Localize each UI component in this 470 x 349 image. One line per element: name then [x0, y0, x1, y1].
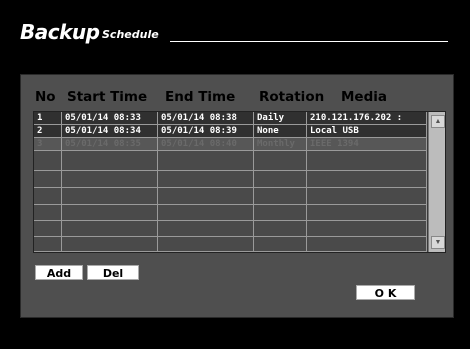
empty-cell	[158, 237, 254, 252]
empty-cell	[307, 188, 427, 205]
empty-cell	[307, 221, 427, 237]
table-row[interactable]: 1 05/01/14 08:33 05/01/14 08:38 Daily 21…	[34, 112, 427, 125]
table-header: No Start Time End Time Rotation Media	[21, 89, 453, 109]
scroll-down-icon[interactable]: ▼	[431, 236, 445, 249]
empty-cell	[158, 221, 254, 237]
cell-rotation: Daily	[254, 112, 307, 125]
cell-media: IEEE 1394	[307, 138, 427, 151]
header-start-time: Start Time	[67, 89, 148, 105]
empty-cell	[307, 171, 427, 188]
empty-cell	[254, 221, 307, 237]
empty-cell	[254, 188, 307, 205]
empty-cell	[62, 151, 158, 171]
table-row-empty[interactable]	[34, 171, 427, 188]
empty-cell	[34, 237, 62, 252]
cell-start-time: 05/01/14 08:33	[62, 112, 158, 125]
empty-cell	[158, 205, 254, 221]
scroll-up-icon[interactable]: ▲	[431, 115, 445, 128]
table-row-empty[interactable]	[34, 205, 427, 221]
cell-rotation: None	[254, 125, 307, 138]
page-subtitle: Schedule	[102, 28, 159, 41]
empty-cell	[34, 188, 62, 205]
title-bar: Backup Schedule	[20, 20, 452, 50]
add-button[interactable]: Add	[35, 265, 83, 280]
empty-cell	[254, 237, 307, 252]
empty-cell	[254, 205, 307, 221]
empty-cell	[254, 171, 307, 188]
cell-rotation: Monthly	[254, 138, 307, 151]
empty-cell	[158, 151, 254, 171]
empty-cell	[254, 151, 307, 171]
empty-cell	[34, 205, 62, 221]
cell-media: 210.121.176.202 :	[307, 112, 427, 125]
table-row[interactable]: 3 05/01/14 08:35 05/01/14 08:40 Monthly …	[34, 138, 427, 151]
title-underline	[170, 41, 448, 42]
table-row-empty[interactable]	[34, 151, 427, 171]
schedule-table: 1 05/01/14 08:33 05/01/14 08:38 Daily 21…	[33, 111, 446, 253]
header-no: No	[35, 89, 56, 105]
schedule-panel: No Start Time End Time Rotation Media 1 …	[20, 74, 454, 318]
empty-cell	[62, 237, 158, 252]
empty-cell	[158, 171, 254, 188]
cell-no: 3	[34, 138, 62, 151]
empty-cell	[307, 237, 427, 252]
header-rotation: Rotation	[259, 89, 325, 105]
ok-button[interactable]: O K	[356, 285, 415, 300]
del-button[interactable]: Del	[87, 265, 139, 280]
cell-end-time: 05/01/14 08:39	[158, 125, 254, 138]
empty-cell	[34, 151, 62, 171]
table-row-empty[interactable]	[34, 221, 427, 237]
table-row[interactable]: 2 05/01/14 08:34 05/01/14 08:39 None Loc…	[34, 125, 427, 138]
header-end-time: End Time	[165, 89, 236, 105]
cell-start-time: 05/01/14 08:34	[62, 125, 158, 138]
empty-cell	[62, 188, 158, 205]
empty-cell	[62, 171, 158, 188]
empty-cell	[34, 221, 62, 237]
empty-cell	[307, 205, 427, 221]
cell-no: 2	[34, 125, 62, 138]
empty-cell	[307, 151, 427, 171]
page-title: Backup	[20, 20, 100, 44]
empty-cell	[158, 188, 254, 205]
table-row-empty[interactable]	[34, 237, 427, 252]
header-media: Media	[341, 89, 387, 105]
empty-cell	[62, 221, 158, 237]
cell-end-time: 05/01/14 08:38	[158, 112, 254, 125]
cell-start-time: 05/01/14 08:35	[62, 138, 158, 151]
table-row-empty[interactable]	[34, 188, 427, 205]
empty-cell	[34, 171, 62, 188]
empty-cell	[62, 205, 158, 221]
cell-media: Local USB	[307, 125, 427, 138]
table-scrollbar[interactable]: ▲ ▼	[428, 112, 445, 252]
cell-end-time: 05/01/14 08:40	[158, 138, 254, 151]
cell-no: 1	[34, 112, 62, 125]
